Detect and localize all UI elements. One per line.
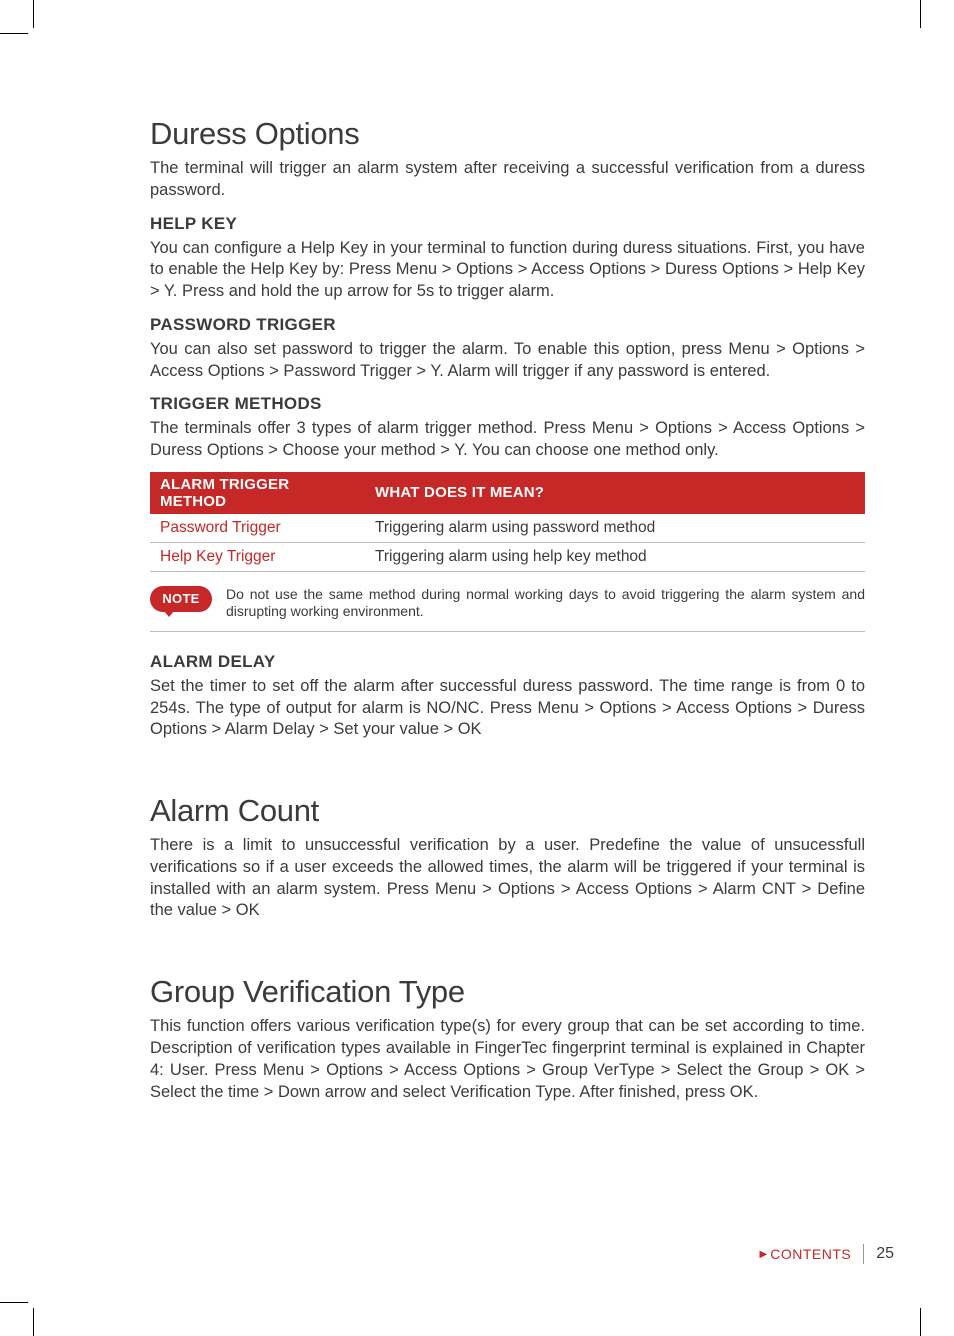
table-cell-meaning: Triggering alarm using help key method [365,542,865,571]
trigger-methods-table: ALARM TRIGGER METHOD WHAT DOES IT MEAN? … [150,472,865,572]
crop-mark [0,1302,28,1303]
body-trigger-methods: The terminals offer 3 types of alarm tri… [150,418,865,462]
body-group-verification: This function offers various verificatio… [150,1016,865,1103]
table-cell-method: Password Trigger [150,514,365,543]
heading-help-key: HELP KEY [150,214,865,234]
section-title-duress: Duress Options [150,116,865,152]
table-cell-meaning: Triggering alarm using password method [365,514,865,543]
duress-intro: The terminal will trigger an alarm syste… [150,158,865,202]
table-header: WHAT DOES IT MEAN? [365,472,865,514]
crop-mark [33,0,34,28]
contents-link[interactable]: CONTENTS [770,1246,851,1262]
table-header: ALARM TRIGGER METHOD [150,472,365,514]
page-content: Duress Options The terminal will trigger… [150,58,865,1113]
page-footer: ▶ CONTENTS 25 [760,1244,895,1264]
crop-mark [920,1308,921,1336]
crop-mark [33,1308,34,1336]
body-alarm-delay: Set the timer to set off the alarm after… [150,676,865,741]
footer-divider [863,1244,864,1264]
section-title-group-verification: Group Verification Type [150,974,865,1010]
note-text: Do not use the same method during normal… [226,586,865,621]
body-password-trigger: You can also set password to trigger the… [150,339,865,383]
heading-password-trigger: PASSWORD TRIGGER [150,315,865,335]
contents-arrow-icon: ▶ [760,1249,768,1260]
page-number: 25 [876,1245,894,1263]
body-alarm-count: There is a limit to unsuccessful verific… [150,835,865,922]
table-cell-method: Help Key Trigger [150,542,365,571]
body-help-key: You can configure a Help Key in your ter… [150,238,865,303]
heading-trigger-methods: TRIGGER METHODS [150,394,865,414]
heading-alarm-delay: ALARM DELAY [150,652,865,672]
note-badge: NOTE [150,586,212,612]
section-title-alarm-count: Alarm Count [150,793,865,829]
table-row: Help Key Trigger Triggering alarm using … [150,542,865,571]
crop-mark [920,0,921,28]
note-callout: NOTE Do not use the same method during n… [150,586,865,632]
table-row: Password Trigger Triggering alarm using … [150,514,865,543]
crop-mark [0,33,28,34]
